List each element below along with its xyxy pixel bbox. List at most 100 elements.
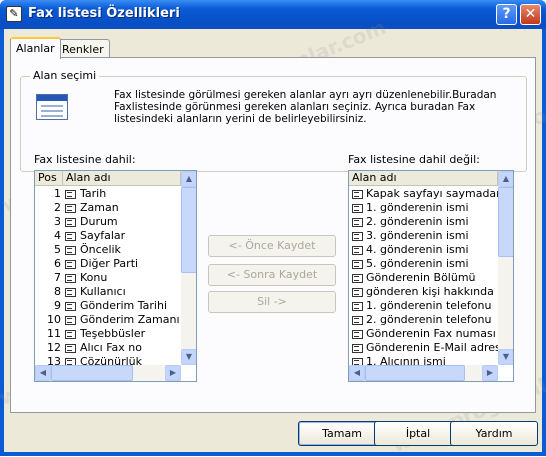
tab-renkler[interactable]: Renkler (56, 39, 110, 59)
scroll-left-icon[interactable]: ◀ (349, 365, 365, 381)
row-pos: 3 (54, 215, 61, 228)
field-icon (65, 329, 76, 339)
list-item[interactable]: 5. gönderenin ismi (349, 257, 498, 271)
list-item[interactable]: 12 Alıcı Fax no (35, 341, 181, 355)
row-name: 1. Alıcının ismi (366, 355, 446, 365)
list-item[interactable]: 10 Gönderim Zamanı (35, 313, 181, 327)
vertical-scrollbar[interactable]: ▲ ▼ (498, 171, 513, 365)
field-icon (65, 287, 76, 297)
field-icon (65, 217, 76, 227)
row-pos: 12 (47, 341, 61, 354)
scroll-thumb[interactable] (181, 187, 196, 273)
row-pos: 11 (47, 327, 61, 340)
row-pos: 9 (54, 299, 61, 312)
scroll-up-icon[interactable]: ▲ (498, 171, 513, 187)
field-icon (352, 329, 363, 339)
included-list[interactable]: Pos Alan adı 1 Tarih 2 Zaman 3 Durum 4 S… (34, 170, 197, 382)
list-item[interactable]: 4 Sayfalar (35, 229, 181, 243)
row-name: Zaman (80, 201, 119, 214)
included-label: Fax listesine dahil: (34, 153, 136, 166)
field-icon (65, 343, 76, 353)
cancel-button[interactable]: İptal (374, 421, 462, 446)
excluded-list[interactable]: Alan adı Kapak sayfayı saymadan d 1. gön… (348, 170, 514, 382)
field-icon (65, 315, 76, 325)
row-pos: 6 (54, 257, 61, 270)
list-item[interactable]: 2 Zaman (35, 201, 181, 215)
scroll-down-icon[interactable]: ▼ (498, 349, 513, 365)
list-item[interactable]: 4. gönderenin ismi (349, 243, 498, 257)
scroll-right-icon[interactable]: ▶ (165, 365, 181, 381)
scroll-right-icon[interactable]: ▶ (482, 365, 498, 381)
horizontal-scrollbar[interactable]: ◀ ▶ (35, 365, 181, 381)
row-name: Gönderenin Fax numası (366, 327, 496, 340)
scroll-thumb[interactable] (365, 365, 465, 381)
list-item[interactable]: 2. gönderenin telefonu (349, 313, 498, 327)
field-icon (65, 273, 76, 283)
delete-button[interactable]: Sil -> (208, 291, 336, 313)
move-up-button[interactable]: <- Önce Kaydet (208, 235, 336, 257)
list-item[interactable]: 5 Öncelik (35, 243, 181, 257)
excluded-label: Fax listesine dahil değil: (348, 153, 480, 166)
horizontal-scrollbar[interactable]: ◀ ▶ (349, 365, 498, 381)
close-button[interactable]: ✕ (520, 4, 541, 25)
ok-button[interactable]: Tamam (298, 421, 386, 446)
row-name: gönderen kişi hakkında (366, 285, 494, 298)
list-item[interactable]: 7 Konu (35, 271, 181, 285)
list-item[interactable]: 3. gönderenin ismi (349, 229, 498, 243)
list-item[interactable]: 2. gönderenin ismi (349, 215, 498, 229)
column-header-name[interactable]: Alan adı (349, 171, 498, 186)
row-pos: 4 (54, 229, 61, 242)
scroll-left-icon[interactable]: ◀ (35, 365, 51, 381)
row-name: Teşebbüsler (80, 327, 146, 340)
column-header-name[interactable]: Alan adı (63, 171, 181, 186)
row-name: 5. gönderenin ismi (366, 257, 469, 270)
row-pos: 5 (54, 243, 61, 256)
help-button[interactable]: Yardım (450, 421, 538, 446)
list-item[interactable]: 1. gönderenin telefonu (349, 299, 498, 313)
list-item[interactable]: 11 Teşebbüsler (35, 327, 181, 341)
row-name: Kullanıcı (80, 285, 126, 298)
row-name: Sayfalar (80, 229, 126, 242)
field-icon (65, 203, 76, 213)
column-header-pos[interactable]: Pos (35, 171, 63, 186)
list-item[interactable]: 9 Gönderim Tarihi (35, 299, 181, 313)
dialog-window: ✎ Fax listesi Özellikleri ? ✕ www.progra… (0, 0, 546, 457)
title-bar[interactable]: ✎ Fax listesi Özellikleri ? ✕ (0, 0, 546, 29)
row-name: Gönderim Zamanı (80, 313, 180, 326)
field-icon (65, 231, 76, 241)
row-name: Tarih (80, 187, 107, 200)
window-title: Fax listesi Özellikleri (28, 6, 180, 21)
field-icon (352, 357, 363, 365)
list-item[interactable]: 1. Alıcının ismi (349, 355, 498, 365)
list-item[interactable]: Gönderenin Bölümü (349, 271, 498, 285)
row-name: 1. gönderenin ismi (366, 201, 469, 214)
field-icon (352, 259, 363, 269)
list-item[interactable]: Gönderenin Fax numası (349, 327, 498, 341)
scroll-thumb[interactable] (498, 187, 513, 257)
list-window-icon (36, 94, 68, 120)
tab-alanlar[interactable]: Alanlar (10, 37, 61, 59)
list-item[interactable]: 8 Kullanıcı (35, 285, 181, 299)
list-item[interactable]: 13 Çözünürlük (35, 355, 181, 365)
list-item[interactable]: 1 Tarih (35, 187, 181, 201)
scroll-down-icon[interactable]: ▼ (181, 349, 196, 365)
list-item[interactable]: 1. gönderenin ismi (349, 201, 498, 215)
row-name: Çözünürlük (80, 355, 143, 365)
field-icon (65, 245, 76, 255)
help-title-button[interactable]: ? (496, 4, 517, 25)
field-icon (65, 189, 76, 199)
list-item[interactable]: Gönderenin E-Mail adresi (349, 341, 498, 355)
list-item[interactable]: gönderen kişi hakkında (349, 285, 498, 299)
list-item[interactable]: Kapak sayfayı saymadan d (349, 187, 498, 201)
row-name: Kapak sayfayı saymadan d (366, 187, 498, 200)
vertical-scrollbar[interactable]: ▲ ▼ (181, 171, 196, 365)
list-item[interactable]: 3 Durum (35, 215, 181, 229)
list-item[interactable]: 6 Diğer Parti (35, 257, 181, 271)
scroll-thumb[interactable] (51, 365, 133, 381)
row-pos: 10 (47, 313, 61, 326)
row-pos: 8 (54, 285, 61, 298)
row-name: 2. gönderenin telefonu (366, 313, 492, 326)
row-name: Konu (80, 271, 108, 284)
scroll-up-icon[interactable]: ▲ (181, 171, 196, 187)
move-down-button[interactable]: <- Sonra Kaydet (208, 264, 336, 286)
